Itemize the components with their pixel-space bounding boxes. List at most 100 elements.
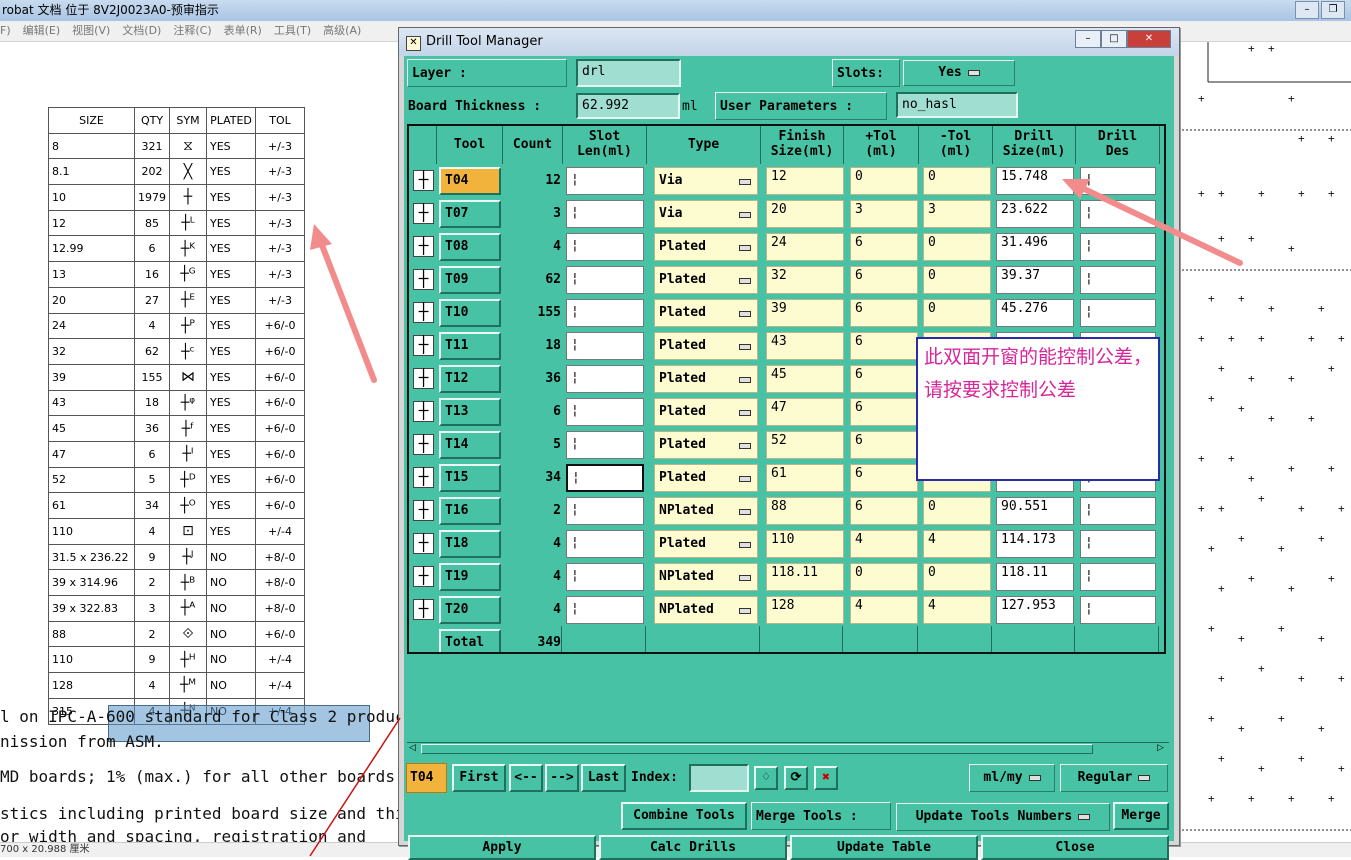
- board-thickness-field[interactable]: 62.992: [576, 93, 680, 119]
- next-button[interactable]: -->: [545, 764, 579, 792]
- drill-size-input[interactable]: 45.276: [996, 299, 1074, 327]
- menu-item[interactable]: 文档(D): [122, 24, 161, 37]
- plus-tol-input[interactable]: 6: [850, 464, 918, 492]
- tool-symbol-icon[interactable]: ┼: [413, 335, 434, 356]
- type-dropdown[interactable]: NPlated: [654, 497, 758, 525]
- type-dropdown[interactable]: Via: [654, 200, 758, 228]
- type-dropdown[interactable]: NPlated: [654, 563, 758, 591]
- plus-tol-input[interactable]: 6: [850, 365, 918, 393]
- plus-tol-input[interactable]: 6: [850, 431, 918, 459]
- finish-size-input[interactable]: 43: [766, 332, 844, 360]
- minus-tol-input[interactable]: 0: [923, 266, 991, 294]
- drill-size-input[interactable]: 127.953: [996, 596, 1074, 624]
- calc-drills-button[interactable]: Calc Drills: [599, 835, 787, 860]
- finish-size-input[interactable]: 118.11: [766, 563, 844, 591]
- type-dropdown[interactable]: Plated: [654, 266, 758, 294]
- slot-len-input[interactable]: ¦: [566, 167, 644, 195]
- combine-tools-button[interactable]: Combine Tools: [621, 802, 747, 830]
- minus-tol-input[interactable]: 0: [923, 563, 991, 591]
- finish-size-input[interactable]: 128: [766, 596, 844, 624]
- minus-tol-input[interactable]: 3: [923, 200, 991, 228]
- acrobat-minimize-icon[interactable]: –: [1295, 1, 1319, 19]
- slot-len-input[interactable]: ¦: [566, 233, 644, 261]
- slot-len-input[interactable]: ¦: [566, 398, 644, 426]
- drill-size-input[interactable]: 90.551: [996, 497, 1074, 525]
- tool-symbol-icon[interactable]: ┼: [413, 500, 434, 521]
- tool-button[interactable]: T08: [439, 233, 501, 261]
- minus-tol-input[interactable]: 0: [923, 233, 991, 261]
- maximize-icon[interactable]: □: [1101, 30, 1127, 48]
- finish-size-input[interactable]: 12: [766, 167, 844, 195]
- plus-tol-input[interactable]: 6: [850, 497, 918, 525]
- tool-symbol-icon[interactable]: ┼: [413, 236, 434, 257]
- menu-item[interactable]: 高级(A): [323, 24, 361, 37]
- type-dropdown[interactable]: Plated: [654, 431, 758, 459]
- menu-item[interactable]: F): [0, 24, 11, 37]
- scroll-left-icon[interactable]: ◁: [409, 744, 419, 753]
- slot-len-input[interactable]: ¦: [566, 299, 644, 327]
- index-input[interactable]: [689, 764, 749, 792]
- finish-size-input[interactable]: 47: [766, 398, 844, 426]
- slot-len-input[interactable]: ¦: [566, 365, 644, 393]
- update-tools-numbers-dropdown[interactable]: Update Tools Numbers: [896, 803, 1110, 831]
- type-dropdown[interactable]: Plated: [654, 530, 758, 558]
- type-dropdown[interactable]: Plated: [654, 299, 758, 327]
- menu-item[interactable]: 注释(C): [173, 24, 211, 37]
- type-dropdown[interactable]: Plated: [654, 398, 758, 426]
- type-dropdown[interactable]: Via: [654, 167, 758, 195]
- plus-tol-input[interactable]: 3: [850, 200, 918, 228]
- minus-tol-input[interactable]: 0: [923, 497, 991, 525]
- slot-len-input[interactable]: ¦: [566, 563, 644, 591]
- tool-button[interactable]: T15: [439, 464, 501, 492]
- update-table-button[interactable]: Update Table: [790, 835, 978, 860]
- plus-tol-input[interactable]: 6: [850, 299, 918, 327]
- drill-size-input[interactable]: 114.173: [996, 530, 1074, 558]
- delete-icon[interactable]: ✖: [814, 766, 838, 790]
- drill-des-input[interactable]: ¦: [1080, 530, 1156, 558]
- plus-tol-input[interactable]: 6: [850, 398, 918, 426]
- scroll-thumb[interactable]: [421, 744, 1093, 754]
- menu-item[interactable]: 表单(R): [224, 24, 262, 37]
- finish-size-input[interactable]: 24: [766, 233, 844, 261]
- merge-button[interactable]: Merge: [1113, 802, 1169, 830]
- type-dropdown[interactable]: Plated: [654, 332, 758, 360]
- tool-symbol-icon[interactable]: ┼: [413, 368, 434, 389]
- minus-tol-input[interactable]: 4: [923, 596, 991, 624]
- tool-button[interactable]: T10: [439, 299, 501, 327]
- minimize-icon[interactable]: –: [1075, 30, 1101, 48]
- units-dropdown[interactable]: ml/my: [969, 764, 1055, 792]
- tool-symbol-icon[interactable]: ┼: [413, 401, 434, 422]
- slot-len-input[interactable]: ¦: [566, 596, 644, 624]
- user-parameters-field[interactable]: no_hasl: [896, 92, 1018, 118]
- tool-button[interactable]: T18: [439, 530, 501, 558]
- tool-symbol-icon[interactable]: ┼: [413, 467, 434, 488]
- plus-tol-input[interactable]: 4: [850, 530, 918, 558]
- close-icon[interactable]: ✕: [1127, 30, 1171, 48]
- slot-len-input[interactable]: ¦: [566, 332, 644, 360]
- bulb-icon[interactable]: ♢: [754, 766, 778, 790]
- slots-dropdown[interactable]: Yes: [903, 60, 1015, 86]
- slot-len-input[interactable]: ¦: [566, 200, 644, 228]
- tool-symbol-icon[interactable]: ┼: [413, 170, 434, 191]
- plus-tol-input[interactable]: 0: [850, 167, 918, 195]
- plus-tol-input[interactable]: 6: [850, 233, 918, 261]
- plus-tol-input[interactable]: 6: [850, 266, 918, 294]
- tool-symbol-icon[interactable]: ┼: [413, 269, 434, 290]
- finish-size-input[interactable]: 32: [766, 266, 844, 294]
- finish-size-input[interactable]: 52: [766, 431, 844, 459]
- last-button[interactable]: Last: [581, 764, 626, 792]
- tool-button[interactable]: T20: [439, 596, 501, 624]
- drill-des-input[interactable]: ¦: [1080, 596, 1156, 624]
- window-close-x-icon[interactable]: ✕: [406, 36, 421, 51]
- finish-size-input[interactable]: 39: [766, 299, 844, 327]
- tool-button[interactable]: T11: [439, 332, 501, 360]
- type-dropdown[interactable]: NPlated: [654, 596, 758, 624]
- tool-button[interactable]: T07: [439, 200, 501, 228]
- plus-tol-input[interactable]: 6: [850, 332, 918, 360]
- drill-des-input[interactable]: ¦: [1080, 299, 1156, 327]
- tool-button[interactable]: T09: [439, 266, 501, 294]
- finish-size-input[interactable]: 110: [766, 530, 844, 558]
- tool-symbol-icon[interactable]: ┼: [413, 566, 434, 587]
- type-dropdown[interactable]: Plated: [654, 464, 758, 492]
- finish-size-input[interactable]: 61: [766, 464, 844, 492]
